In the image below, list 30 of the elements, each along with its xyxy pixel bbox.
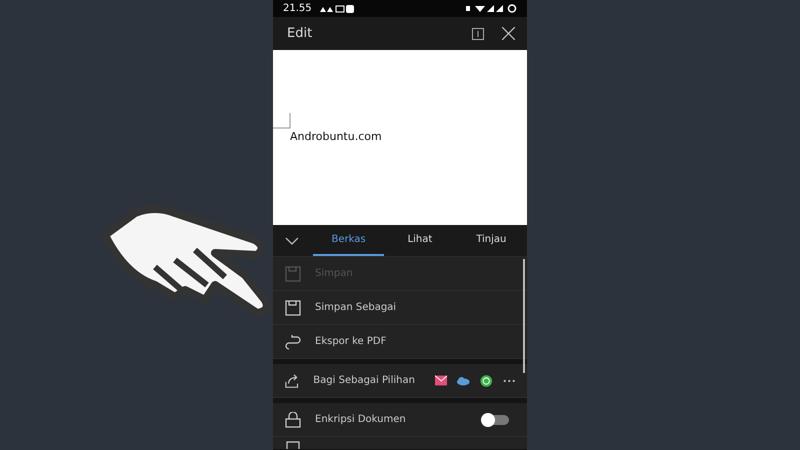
share-icon xyxy=(285,372,300,388)
menu-item[interactable]: Bagi Sebagai Pilihan xyxy=(273,364,527,398)
header-title: Edit xyxy=(287,26,312,41)
close-icon[interactable] xyxy=(502,27,515,40)
mail-icon[interactable] xyxy=(434,375,448,386)
menu-icon xyxy=(285,441,301,449)
toggle-switch[interactable] xyxy=(483,414,509,424)
lock-icon xyxy=(285,412,301,428)
more-icon[interactable] xyxy=(502,378,516,382)
menu-item[interactable]: Ekspor ke PDF xyxy=(273,325,527,359)
save-icon xyxy=(285,266,301,282)
ribbon-tab[interactable]: Tinjau xyxy=(456,225,527,256)
menu-label: Ekspor ke PDF xyxy=(315,336,386,347)
page-view-icon[interactable] xyxy=(472,28,484,40)
menu-label: Enkripsi Dokumen xyxy=(315,414,406,425)
collapse-chevron-icon[interactable] xyxy=(285,236,299,244)
ribbon-tab[interactable]: Lihat xyxy=(384,225,456,256)
document-text: Androbuntu.com xyxy=(290,130,382,143)
notification-icons xyxy=(320,4,354,12)
export-icon xyxy=(285,334,301,350)
clock-time: 21.55 xyxy=(283,3,312,14)
menu-label: Simpan Sebagai xyxy=(315,302,396,313)
chat-app-icon[interactable] xyxy=(480,374,492,388)
save-icon xyxy=(285,300,301,316)
margin-corner-mark xyxy=(273,113,291,129)
system-status-icons xyxy=(465,4,517,13)
menu-item[interactable]: Enkripsi Dokumen xyxy=(273,403,527,437)
menu-label: Bagi Sebagai Pilihan xyxy=(313,375,415,386)
cloud-icon[interactable] xyxy=(457,376,470,386)
menu-item[interactable]: Simpan Sebagai xyxy=(273,291,527,325)
